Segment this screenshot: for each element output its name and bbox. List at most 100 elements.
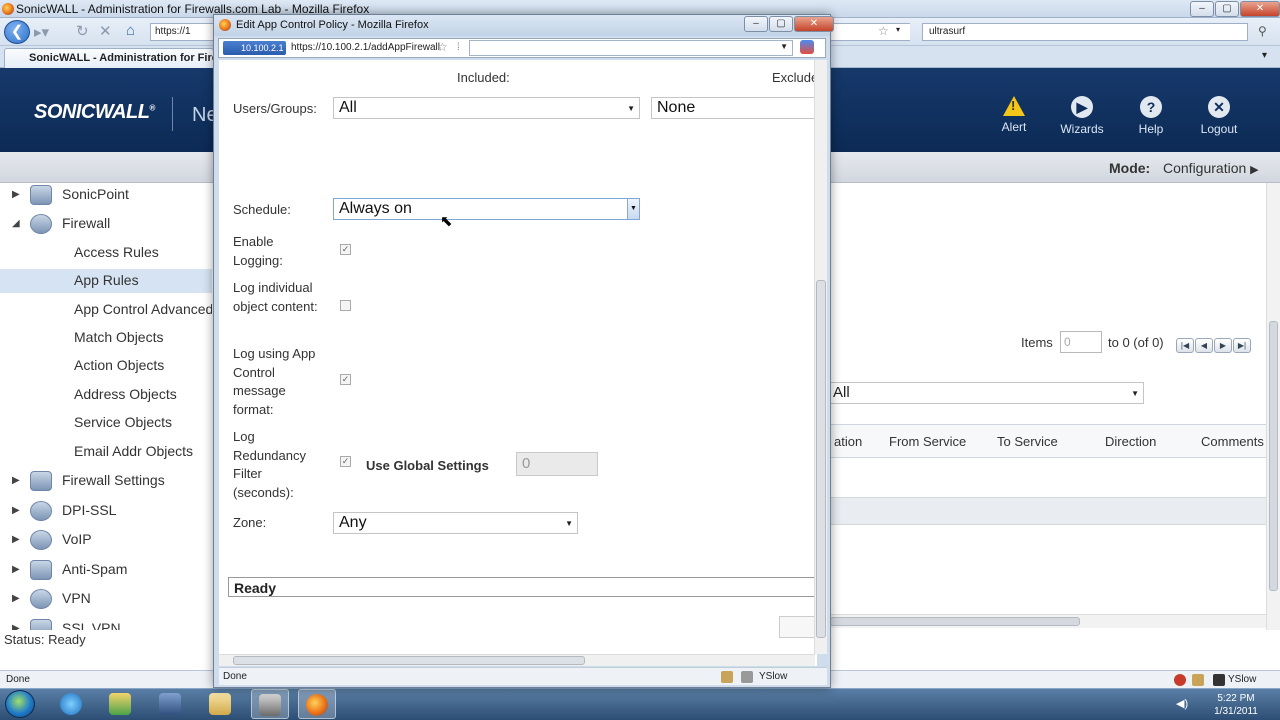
expand-arrow-icon[interactable]: ▶ [12, 623, 20, 630]
reload-button[interactable]: ↻ [76, 22, 89, 40]
bookmark-star-icon[interactable]: ☆ [437, 40, 448, 54]
nav-item-label: App Control Advanced [74, 301, 212, 317]
nav-item-firewall-settings[interactable]: ▶ Firewall Settings [0, 469, 212, 493]
log-app-control-checkbox[interactable]: ✓ [340, 374, 351, 385]
google-search-icon[interactable] [800, 40, 814, 54]
back-button[interactable]: ❮ [4, 20, 30, 44]
taskbar-explorer[interactable] [201, 689, 239, 719]
nav-item-label: Firewall Settings [62, 472, 165, 488]
bg-url-bar[interactable]: https://1 [150, 23, 214, 41]
bg-search-input[interactable]: ultrasurf [922, 23, 1248, 41]
tab-list-icon[interactable]: ▾ [1262, 50, 1267, 61]
forward-button[interactable]: ▸▾ [34, 23, 49, 41]
nav-item-service-objects[interactable]: Service Objects [0, 411, 212, 435]
taskbar-app-5[interactable] [251, 689, 289, 719]
tools-icon[interactable] [741, 671, 753, 683]
nav-item-voip[interactable]: ▶ VoIP [0, 528, 212, 552]
nav-item-ssl-vpn[interactable]: ▶ SSL VPN [0, 617, 212, 630]
taskbar-network[interactable] [151, 689, 189, 719]
nav-item-label: Access Rules [74, 244, 159, 260]
volume-icon[interactable]: ◀) [1176, 697, 1188, 710]
prev-page-button[interactable]: ◀ [1195, 338, 1213, 353]
items-input[interactable]: 0 [1060, 331, 1102, 353]
column-header[interactable]: To Service [997, 434, 1058, 449]
column-header[interactable]: Direction [1105, 434, 1156, 449]
popup-url[interactable]: https://10.100.2.1/addAppFirewall [291, 42, 440, 53]
nav-item-match-objects[interactable]: Match Objects [0, 326, 212, 350]
column-header[interactable]: ation [834, 434, 862, 449]
clock[interactable]: 5:22 PM 1/31/2011 [1206, 692, 1266, 718]
expand-arrow-icon[interactable]: ▶ [12, 593, 20, 604]
yslow-label[interactable]: YSlow [759, 671, 787, 682]
addon-icon[interactable] [1174, 674, 1186, 686]
collapse-arrow-icon[interactable]: ◢ [12, 218, 20, 229]
nav-item-email-addr-objects[interactable]: Email Addr Objects [0, 440, 212, 464]
expand-arrow-icon[interactable]: ▶ [12, 189, 20, 200]
expand-arrow-icon[interactable]: ▶ [12, 475, 20, 486]
minimize-button[interactable]: – [1190, 1, 1214, 17]
zone-select[interactable]: Any ▼ [333, 512, 578, 534]
nav-item-app-rules[interactable]: App Rules [0, 269, 212, 293]
close-button[interactable]: ✕ [1240, 1, 1280, 17]
bg-url-bar-end[interactable]: ☆ ▾ [830, 23, 910, 41]
mode-value-link[interactable]: Configuration ▶ [1163, 160, 1259, 176]
popup-minimize-button[interactable]: – [744, 16, 768, 32]
column-header[interactable]: Comments [1201, 434, 1264, 449]
expand-arrow-icon[interactable]: ▶ [12, 505, 20, 516]
filter-select[interactable]: All ▼ [826, 382, 1144, 404]
users-included-select[interactable]: All ▼ [333, 97, 640, 119]
stop-button[interactable]: ✕ [99, 22, 112, 40]
nav-item-address-objects[interactable]: Address Objects [0, 383, 212, 407]
logout-button[interactable]: ✕ Logout [1186, 96, 1252, 136]
schedule-select[interactable]: Always on ▼ [333, 198, 640, 220]
nav-item-firewall[interactable]: ◢ Firewall [0, 212, 212, 236]
yslow-icon[interactable] [1213, 674, 1225, 686]
popup-horizontal-scrollbar[interactable] [219, 654, 815, 666]
log-individual-checkbox[interactable] [340, 300, 351, 311]
bg-tab-sonicwall[interactable]: SonicWALL - Administration for Fire... [4, 48, 214, 68]
popup-close-button[interactable]: ✕ [794, 16, 834, 32]
help-button[interactable]: ? Help [1118, 96, 1184, 136]
taskbar-ie[interactable] [52, 689, 90, 719]
wizards-icon: ▶ [1071, 96, 1093, 118]
popup-vertical-scrollbar[interactable] [814, 60, 827, 654]
nav-item-access-rules[interactable]: Access Rules [0, 241, 212, 265]
chevron-down-icon[interactable]: ▼ [780, 42, 788, 51]
users-excluded-select[interactable]: None [651, 97, 814, 119]
yslow-label[interactable]: YSlow [1228, 674, 1256, 685]
nav-item-dpi-ssl[interactable]: ▶ DPI-SSL [0, 499, 212, 523]
nav-item-vpn[interactable]: ▶ VPN [0, 587, 212, 611]
alert-button[interactable]: ! Alert [981, 96, 1047, 134]
bookmark-star-icon[interactable]: ☆ [878, 24, 889, 38]
redundancy-input[interactable]: 0 [516, 452, 598, 476]
site-identity-badge[interactable]: 10.100.2.1 [223, 41, 286, 55]
app-icon [259, 694, 281, 716]
page-vertical-scrollbar[interactable] [1266, 183, 1280, 630]
nav-item-action-objects[interactable]: Action Objects [0, 354, 212, 378]
home-button[interactable]: ⌂ [126, 22, 135, 39]
maximize-button[interactable]: ▢ [1215, 1, 1239, 17]
popup-maximize-button[interactable]: ▢ [769, 16, 793, 32]
nav-item-app-control-advanced[interactable]: App Control Advanced [0, 298, 212, 322]
logout-label: Logout [1200, 122, 1238, 136]
popup-button-partial[interactable] [779, 616, 815, 638]
nav-item-anti-spam[interactable]: ▶ Anti-Spam [0, 558, 212, 582]
enable-logging-checkbox[interactable]: ✓ [340, 244, 351, 255]
start-button[interactable] [5, 690, 35, 718]
expand-arrow-icon[interactable]: ▶ [12, 564, 20, 575]
popup-search-input[interactable]: ▼ [469, 40, 793, 56]
column-header[interactable]: From Service [889, 434, 966, 449]
wizards-button[interactable]: ▶ Wizards [1049, 96, 1115, 136]
page-horizontal-scrollbar[interactable] [830, 614, 1266, 628]
last-page-button[interactable]: ▶| [1233, 338, 1251, 353]
taskbar-app-2[interactable] [101, 689, 139, 719]
url-dropdown-icon[interactable]: ▾ [896, 25, 900, 34]
search-magnifier-icon[interactable]: ⚲ [1258, 24, 1267, 38]
first-page-button[interactable]: |◀ [1176, 338, 1194, 353]
expand-arrow-icon[interactable]: ▶ [12, 534, 20, 545]
nav-item-sonicpoint[interactable]: ▶ SonicPoint [0, 183, 212, 207]
taskbar-firefox[interactable] [298, 689, 336, 719]
use-global-checkbox[interactable]: ✓ [340, 456, 351, 467]
next-page-button[interactable]: ▶ [1214, 338, 1232, 353]
taskbar [0, 688, 1280, 720]
